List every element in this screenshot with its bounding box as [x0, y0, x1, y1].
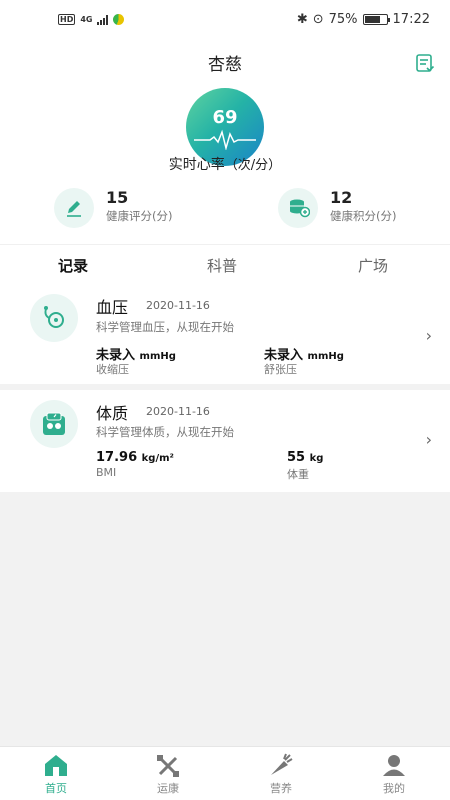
network-label: 4G — [80, 15, 93, 24]
weight-label: 体重 — [287, 468, 309, 481]
health-points-value: 12 — [330, 188, 353, 207]
nav-home-label: 首页 — [45, 782, 67, 795]
systolic-label: 收缩压 — [96, 363, 129, 376]
person-icon — [381, 753, 407, 777]
battery-percent: 75% — [328, 12, 358, 27]
scale-icon — [30, 400, 78, 448]
bmi-value: 17.96 kg/m² — [96, 450, 174, 465]
heart-rate-unit: （次/分） — [224, 158, 282, 173]
bluetooth-icon: ✱ — [296, 12, 308, 27]
record-description: 科学管理体质，从现在开始 — [96, 425, 234, 439]
record-description: 科学管理血压，从现在开始 — [96, 320, 234, 334]
status-bar: HD 4G ✱ ⊙ 75% 17:22 — [0, 0, 450, 42]
report-button[interactable] — [414, 52, 436, 74]
systolic-unit: mmHg — [139, 351, 176, 362]
nav-exercise[interactable]: 运康 — [138, 753, 198, 796]
bmi-unit: kg/m² — [141, 453, 174, 464]
location-icon: ⊙ — [312, 12, 324, 27]
heart-rate-value: 69 — [212, 107, 238, 128]
record-name: 体质 — [96, 404, 129, 423]
nav-mine-label: 我的 — [383, 782, 405, 795]
health-points-label: 健康积分(分) — [330, 209, 397, 223]
report-icon — [416, 54, 435, 72]
signal-icon — [97, 14, 109, 25]
coins-icon — [278, 188, 318, 228]
nav-nutrition[interactable]: 营养 — [251, 753, 311, 796]
pulse-wave-icon — [194, 129, 256, 150]
pencil-icon — [54, 188, 94, 228]
record-card-blood-pressure[interactable]: 血压 2020-11-16 科学管理血压，从现在开始 未录入 mmHg 收缩压 … — [0, 282, 450, 384]
record-date: 2020-11-16 — [146, 405, 210, 418]
battery-icon — [362, 14, 390, 25]
record-date: 2020-11-16 — [146, 299, 210, 312]
heart-rate-caption: 实时心率（次/分） — [0, 154, 450, 174]
nav-mine[interactable]: 我的 — [364, 753, 424, 796]
health-score[interactable]: 15 健康评分(分) — [54, 186, 204, 230]
tab-science[interactable]: 科普 — [207, 255, 237, 276]
health-score-label: 健康评分(分) — [106, 209, 173, 223]
bmi-label: BMI — [96, 466, 117, 479]
record-card-physique[interactable]: 体质 2020-11-16 科学管理体质，从现在开始 17.96 kg/m² B… — [0, 390, 450, 492]
diastolic-unit: mmHg — [307, 351, 344, 362]
bottom-nav: 首页 运康 营养 我的 — [0, 746, 450, 800]
tab-records[interactable]: 记录 — [58, 255, 88, 276]
weight-value: 55 kg — [287, 450, 324, 465]
weight-unit: kg — [309, 453, 324, 464]
dumbbell-icon — [155, 753, 181, 777]
carrot-icon — [268, 753, 294, 777]
hd-badge: HD — [58, 14, 76, 25]
chevron-right-icon: › — [425, 430, 432, 449]
page-title: 杏慈 — [208, 55, 242, 75]
nav-exercise-label: 运康 — [157, 782, 179, 795]
health-score-value: 15 — [106, 188, 129, 207]
clock: 17:22 — [392, 12, 430, 27]
diastolic-label: 舒张压 — [264, 363, 297, 376]
home-icon — [43, 753, 69, 777]
blood-pressure-icon — [30, 294, 78, 342]
nav-home[interactable]: 首页 — [26, 753, 86, 796]
health-points[interactable]: 12 健康积分(分) — [278, 186, 428, 230]
heart-rate-label: 实时心率 — [168, 157, 225, 173]
record-name: 血压 — [96, 298, 129, 317]
chevron-right-icon: › — [425, 326, 432, 345]
nav-nutrition-label: 营养 — [270, 782, 292, 795]
tab-square[interactable]: 广场 — [358, 255, 388, 276]
app-notification-icon — [113, 14, 125, 25]
